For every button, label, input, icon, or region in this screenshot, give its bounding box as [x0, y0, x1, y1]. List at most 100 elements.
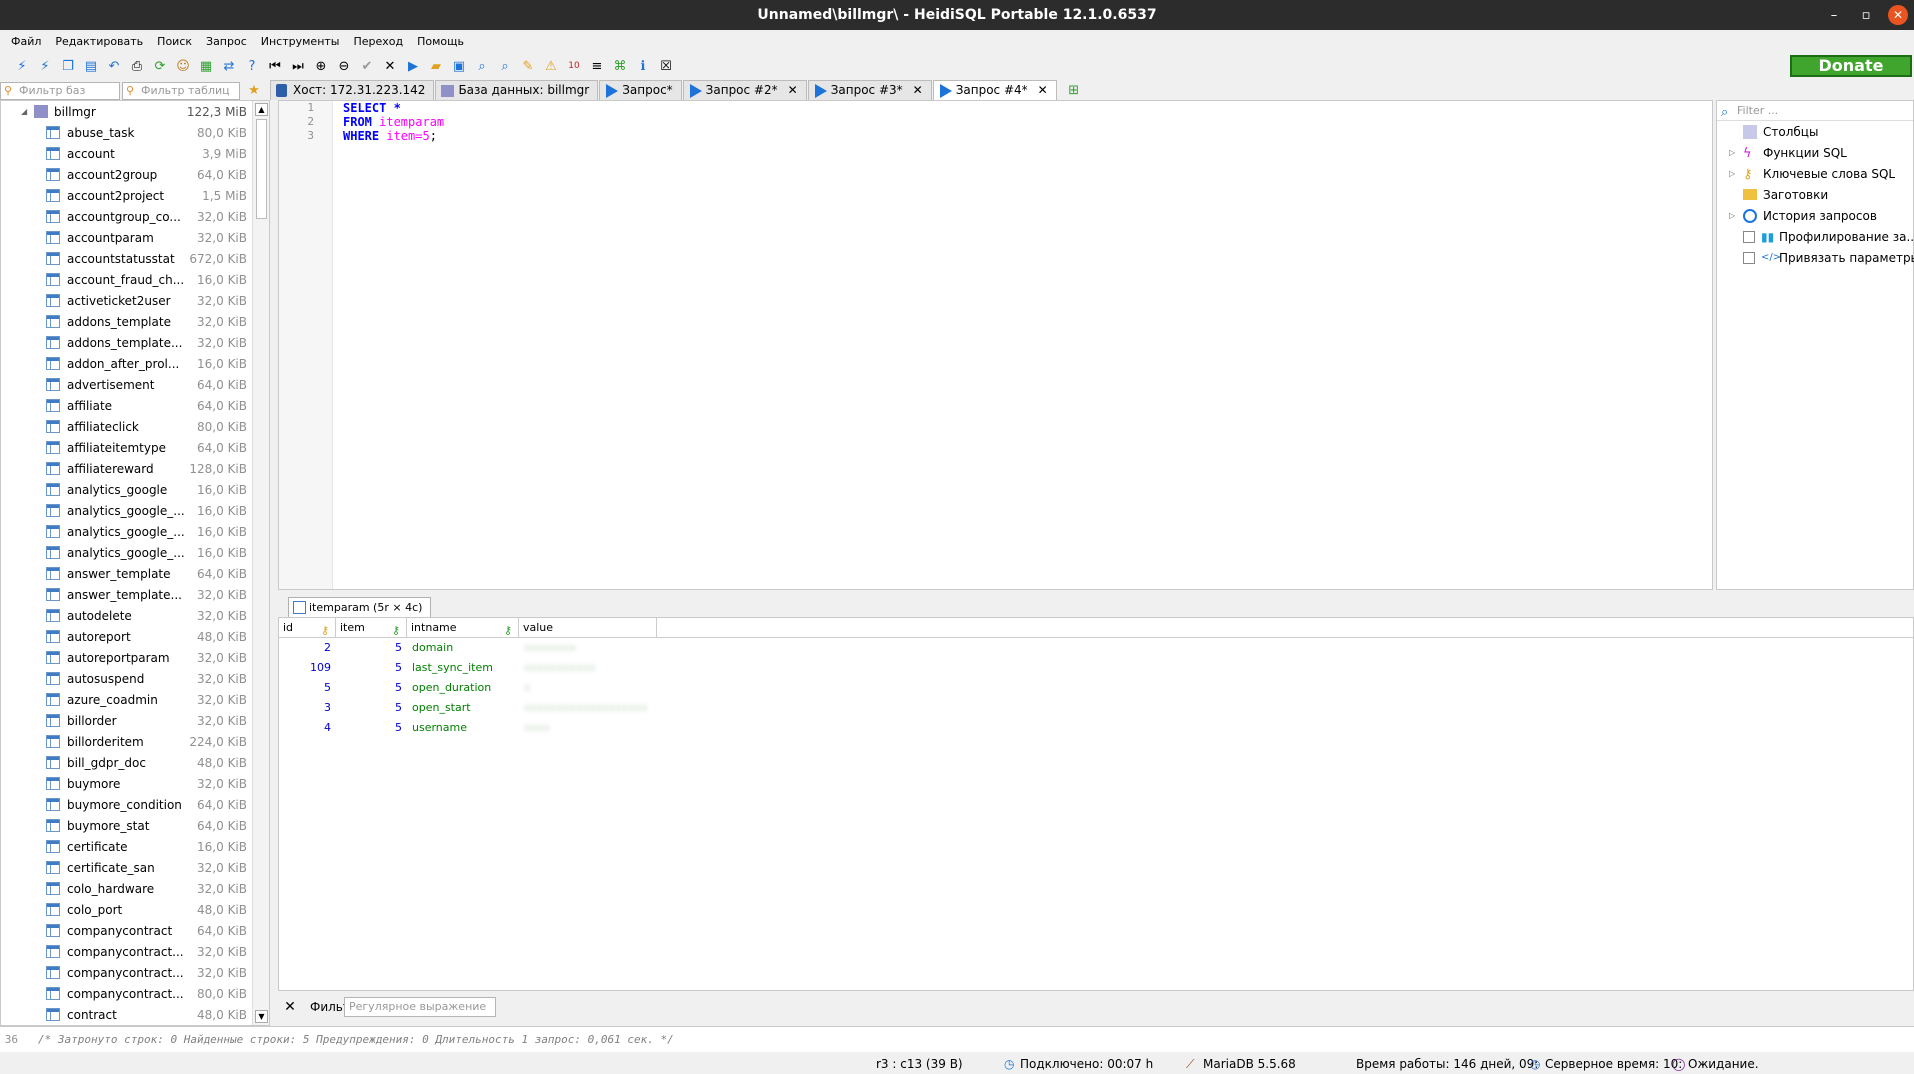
result-row[interactable]: 4 5 username xxxx [279, 718, 1913, 738]
cell-id[interactable]: 2 [279, 638, 336, 658]
tab-query-2[interactable]: Запрос #2* ✕ [682, 80, 807, 100]
table-row[interactable]: analytics_google 16,0 KiB [1, 479, 269, 500]
table-row[interactable]: analytics_google_... 16,0 KiB [1, 542, 269, 563]
delete-record-icon[interactable]: ⊖ [334, 56, 354, 76]
close-tab-icon[interactable]: ✕ [1038, 83, 1048, 97]
cell-intname[interactable]: username [407, 718, 519, 738]
scroll-thumb[interactable] [256, 119, 267, 219]
helper-snippets[interactable]: Заготовки [1717, 184, 1913, 205]
cell-item[interactable]: 5 [336, 718, 407, 738]
menu-search[interactable]: Поиск [150, 35, 199, 48]
helper-functions[interactable]: ▷ ϟ Функции SQL [1717, 142, 1913, 163]
close-tab-icon[interactable]: ☒ [656, 56, 676, 76]
table-row[interactable]: companycontract... 80,0 KiB [1, 983, 269, 1004]
tab-host[interactable]: Хост: 172.31.223.142 [270, 80, 435, 100]
result-row[interactable]: 5 5 open_duration x [279, 678, 1913, 698]
minimize-icon[interactable]: – [1818, 8, 1850, 23]
table-row[interactable]: buymore_stat 64,0 KiB [1, 815, 269, 836]
regex-filter-input[interactable]: Регулярное выражение [344, 997, 496, 1017]
print-icon[interactable]: ⎙ [127, 56, 147, 76]
table-row[interactable]: billorderitem 224,0 KiB [1, 731, 269, 752]
table-filter-input[interactable]: ⚲ Фильтр таблиц [122, 82, 240, 100]
table-row[interactable]: analytics_google_... 16,0 KiB [1, 500, 269, 521]
cancel-icon[interactable]: ✕ [380, 56, 400, 76]
expand-icon[interactable]: ▷ [1729, 148, 1735, 157]
maximize-icon[interactable]: ▫ [1850, 8, 1882, 23]
table-row[interactable]: autoreport 48,0 KiB [1, 626, 269, 647]
table-row[interactable]: account 3,9 MiB [1, 143, 269, 164]
cell-intname[interactable]: open_duration [407, 678, 519, 698]
table-row[interactable]: certificate 16,0 KiB [1, 836, 269, 857]
find-icon[interactable]: ⌕ [472, 56, 492, 76]
sql-editor[interactable]: 1 2 3 SELECT * FROM itemparam WHERE item=5… [278, 100, 1713, 590]
table-row[interactable]: addons_template... 32,0 KiB [1, 332, 269, 353]
run-query-icon[interactable]: ▶ [403, 56, 423, 76]
result-grid[interactable]: id ⚷ item ⚷ intname ⚷ value 2 5 domain xxxxxxx… [278, 617, 1914, 991]
insert-record-icon[interactable]: ⊕ [311, 56, 331, 76]
column-header-item[interactable]: item ⚷ [336, 618, 407, 638]
new-query-tab-icon[interactable]: ⊞ [1064, 80, 1084, 100]
table-row[interactable]: autodelete 32,0 KiB [1, 605, 269, 626]
result-row[interactable]: 109 5 last_sync_item xxxxxxxxxxx [279, 658, 1913, 678]
cell-value[interactable]: xxxx [519, 718, 657, 738]
donate-button[interactable]: Donate [1790, 55, 1912, 77]
menu-edit[interactable]: Редактировать [48, 35, 150, 48]
helper-profiling[interactable]: ▮▮ Профилирование за... [1717, 226, 1914, 247]
sql-code[interactable]: SELECT * FROM itemparam WHERE item=5; [335, 101, 444, 143]
table-row[interactable]: accountgroup_co... 32,0 KiB [1, 206, 269, 227]
help-icon[interactable]: ? [242, 56, 262, 76]
table-row[interactable]: contract 48,0 KiB [1, 1004, 269, 1025]
binary-icon[interactable]: 10 [564, 56, 584, 76]
favorites-icon[interactable]: ★ [244, 80, 264, 100]
table-row[interactable]: accountstatusstat 672,0 KiB [1, 248, 269, 269]
column-header-id[interactable]: id ⚷ [279, 618, 336, 638]
cell-item[interactable]: 5 [336, 658, 407, 678]
info-icon[interactable]: ℹ [633, 56, 653, 76]
close-tab-icon[interactable]: ✕ [788, 83, 798, 97]
clean-icon[interactable]: ✎ [518, 56, 538, 76]
table-row[interactable]: autoreportparam 32,0 KiB [1, 647, 269, 668]
profiling-checkbox[interactable] [1743, 230, 1755, 243]
result-row[interactable]: 2 5 domain xxxxxxxx [279, 638, 1913, 658]
first-record-icon[interactable]: ⏮ [265, 56, 285, 76]
menu-tools[interactable]: Инструменты [254, 35, 347, 48]
cell-value[interactable]: xxxxxxxxxxx [519, 658, 657, 678]
last-record-icon[interactable]: ⏭ [288, 56, 308, 76]
tree-root-billmgr[interactable]: ◢ billmgr 122,3 MiB [1, 101, 269, 122]
table-row[interactable]: azure_coadmin 32,0 KiB [1, 689, 269, 710]
table-row[interactable]: account2project 1,5 MiB [1, 185, 269, 206]
export-icon[interactable]: ▦ [196, 56, 216, 76]
table-row[interactable]: companycontract... 32,0 KiB [1, 941, 269, 962]
table-row[interactable]: abuse_task 80,0 KiB [1, 122, 269, 143]
tab-query-4[interactable]: Запрос #4* ✕ [932, 80, 1057, 100]
users-icon[interactable]: ☺ [173, 56, 193, 76]
expand-icon[interactable]: ▷ [1729, 169, 1735, 178]
result-row[interactable]: 3 5 open_start xxxxxxxxxxxxxxxxxxx [279, 698, 1913, 718]
tab-query-1[interactable]: Запрос* [599, 80, 682, 100]
db-filter-input[interactable]: ⚲Фильтр баз данны [0, 82, 120, 113]
tab-query-3[interactable]: Запрос #3* ✕ [807, 80, 932, 100]
cell-item[interactable]: 5 [336, 638, 407, 658]
cell-id[interactable]: 109 [279, 658, 336, 678]
table-row[interactable]: affiliateclick 80,0 KiB [1, 416, 269, 437]
warning-icon[interactable]: ⚠ [541, 56, 561, 76]
cell-item[interactable]: 5 [336, 678, 407, 698]
menu-file[interactable]: Файл [4, 35, 48, 48]
code-line[interactable]: FROM itemparam [335, 115, 444, 129]
table-row[interactable]: affiliateitemtype 64,0 KiB [1, 437, 269, 458]
close-window-icon[interactable]: ✕ [1888, 5, 1908, 25]
table-row[interactable]: companycontract... 32,0 KiB [1, 962, 269, 983]
expand-icon[interactable]: ▷ [1729, 211, 1735, 220]
table-row[interactable]: advertisement 64,0 KiB [1, 374, 269, 395]
bind-params-checkbox[interactable] [1743, 251, 1755, 264]
table-row[interactable]: buymore_condition 64,0 KiB [1, 794, 269, 815]
table-row[interactable]: colo_port 48,0 KiB [1, 899, 269, 920]
table-row[interactable]: activeticket2user 32,0 KiB [1, 290, 269, 311]
refresh-icon[interactable]: ⟳ [150, 56, 170, 76]
paste-icon[interactable]: ▤ [81, 56, 101, 76]
code-line[interactable]: WHERE item=5; [335, 129, 444, 143]
import-icon[interactable]: ⇄ [219, 56, 239, 76]
scroll-up-icon[interactable]: ▲ [255, 103, 268, 116]
table-row[interactable]: account_fraud_ch... 16,0 KiB [1, 269, 269, 290]
post-icon[interactable]: ✔ [357, 56, 377, 76]
